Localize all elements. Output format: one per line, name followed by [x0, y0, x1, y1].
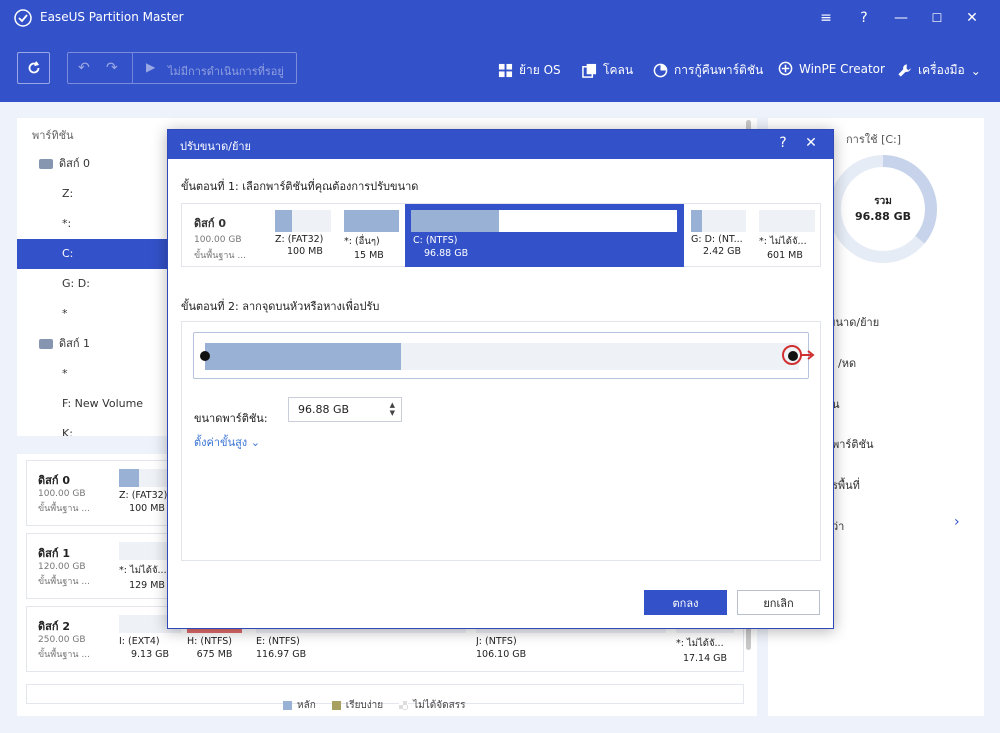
- close-icon[interactable]: ✕: [963, 9, 981, 27]
- clone-button[interactable]: โคลน: [582, 61, 633, 80]
- pending-operations-label: ไม่มีการดำเนินการที่รอยู่: [168, 65, 284, 78]
- slider-track: [205, 343, 799, 370]
- partition-size-value: 96.88 GB: [298, 403, 350, 416]
- dialog-partition-block[interactable]: Z: (FAT32) 100 MB: [275, 210, 331, 257]
- migrate-os-label: ย้าย OS: [519, 63, 561, 77]
- maximize-icon[interactable]: ☐: [928, 9, 946, 27]
- partition-size: 601 MB: [767, 250, 803, 261]
- refresh-button[interactable]: [17, 52, 50, 84]
- drag-right-arrow-icon: [800, 350, 815, 360]
- clone-label: โคลน: [603, 63, 634, 77]
- plus-circle-icon: [778, 61, 793, 76]
- partition-size: 96.88 GB: [424, 248, 469, 259]
- dialog-partition-block[interactable]: *: (อื่นๆ) 15 MB: [344, 210, 399, 261]
- resize-slider[interactable]: [193, 332, 815, 379]
- tools-label: เครื่องมือ: [918, 63, 965, 77]
- title-bar: EaseUS Partition Master ≡ ? — ☐ ✕: [0, 0, 1000, 36]
- dialog-header: ปรับขนาด/ย้าย ? ✕: [168, 130, 833, 159]
- divider: [132, 53, 133, 83]
- dialog-partition-block[interactable]: *: ไม่ได้จั... 601 MB: [759, 210, 815, 261]
- dialog-disk-name: ดิสก์ 0: [194, 217, 227, 230]
- spin-up-icon[interactable]: ▲: [390, 401, 395, 409]
- partition-name: G: D: (NT...: [691, 234, 743, 245]
- advanced-settings-label: ตั้งค่าขั้นสูง: [194, 436, 248, 449]
- partition-used-fill: [691, 210, 702, 232]
- partition-bar: [411, 210, 677, 232]
- dialog-title: ปรับขนาด/ย้าย: [180, 140, 252, 153]
- step-2-label: ขั้นตอนที่ 2: ลากจุดบนหัวหรือหางเพื่อปรั…: [181, 300, 380, 313]
- partition-bar-unallocated: [759, 210, 815, 232]
- partition-name: C: (NTFS): [413, 235, 458, 246]
- operation-queue: ↶ ↷ ▶ ไม่มีการดำเนินการที่รอยู่: [67, 52, 297, 84]
- migrate-os-button[interactable]: ย้าย OS: [498, 61, 561, 80]
- dialog-disk-size: 100.00 GB: [194, 235, 242, 245]
- pie-chart-icon: [653, 63, 668, 78]
- winpe-creator-button[interactable]: WinPE Creator: [778, 61, 885, 76]
- resize-area: ขนาดพาร์ติชัน: 96.88 GB ▲ ▼ ตั้งค่าขั้นส…: [181, 321, 821, 561]
- wrench-icon: [898, 64, 911, 77]
- redo-icon[interactable]: ↷: [106, 60, 118, 76]
- slider-right-handle[interactable]: [788, 351, 798, 361]
- undo-icon[interactable]: ↶: [78, 60, 90, 76]
- partition-size: 100 MB: [287, 246, 323, 257]
- cancel-button[interactable]: ยกเลิก: [737, 590, 820, 615]
- execute-icon[interactable]: ▶: [146, 60, 155, 74]
- dialog-disk-type: ขั้นพื้นฐาน ...: [194, 251, 247, 261]
- partition-name: *: (อื่นๆ): [344, 236, 380, 247]
- toolbar: ↶ ↷ ▶ ไม่มีการดำเนินการที่รอยู่ ย้าย OS …: [0, 36, 1000, 102]
- partition-used-fill: [411, 210, 499, 232]
- ok-button[interactable]: ตกลง: [644, 590, 727, 615]
- partition-size: 15 MB: [354, 250, 384, 261]
- partition-recovery-button[interactable]: การกู้คืนพาร์ติชัน: [653, 61, 763, 80]
- app-title: EaseUS Partition Master: [40, 10, 184, 24]
- dialog-partition-block[interactable]: G: D: (NT... 2.42 GB: [691, 210, 746, 257]
- partition-name: *: ไม่ได้จั...: [759, 236, 807, 247]
- advanced-settings-link[interactable]: ตั้งค่าขั้นสูง ⌄: [194, 433, 260, 451]
- partition-used-fill: [275, 210, 292, 232]
- windows-icon: [498, 63, 513, 78]
- partition-bar: [344, 210, 399, 232]
- menu-icon[interactable]: ≡: [817, 9, 835, 27]
- minimize-icon[interactable]: —: [892, 9, 910, 27]
- help-icon[interactable]: ?: [855, 9, 873, 27]
- partition-bar: [275, 210, 331, 232]
- resize-move-dialog: ปรับขนาด/ย้าย ? ✕ ขั้นตอนที่ 1: เลือกพาร…: [167, 129, 834, 629]
- step-1-label: ขั้นตอนที่ 1: เลือกพาร์ติชันที่คุณต้องกา…: [181, 180, 419, 193]
- clone-icon: [582, 63, 597, 78]
- partition-name: Z: (FAT32): [275, 234, 324, 245]
- partition-size-input[interactable]: 96.88 GB ▲ ▼: [288, 397, 402, 422]
- spin-down-icon[interactable]: ▼: [390, 409, 395, 417]
- dialog-help-icon[interactable]: ?: [774, 135, 792, 151]
- winpe-creator-label: WinPE Creator: [799, 61, 885, 76]
- partition-size: 2.42 GB: [703, 246, 742, 257]
- chevron-down-icon: ⌄: [970, 63, 981, 78]
- tools-menu-button[interactable]: เครื่องมือ ⌄: [897, 61, 981, 80]
- partition-recovery-label: การกู้คืนพาร์ติชัน: [674, 63, 764, 77]
- dialog-partition-block-selected[interactable]: C: (NTFS) 96.88 GB: [405, 204, 684, 267]
- easeus-logo-icon: [14, 9, 32, 27]
- partition-bar: [691, 210, 746, 232]
- slider-left-handle[interactable]: [200, 351, 210, 361]
- refresh-icon: [28, 61, 40, 74]
- chevron-down-icon: ⌄: [250, 436, 260, 449]
- dialog-close-icon[interactable]: ✕: [802, 135, 820, 151]
- slider-used-fill: [205, 343, 402, 370]
- partition-used-fill: [344, 210, 399, 232]
- partition-selector-strip: ดิสก์ 0 100.00 GB ขั้นพื้นฐาน ... Z: (FA…: [181, 203, 821, 267]
- partition-size-label: ขนาดพาร์ติชัน:: [194, 412, 268, 425]
- size-spinner[interactable]: ▲ ▼: [390, 401, 395, 417]
